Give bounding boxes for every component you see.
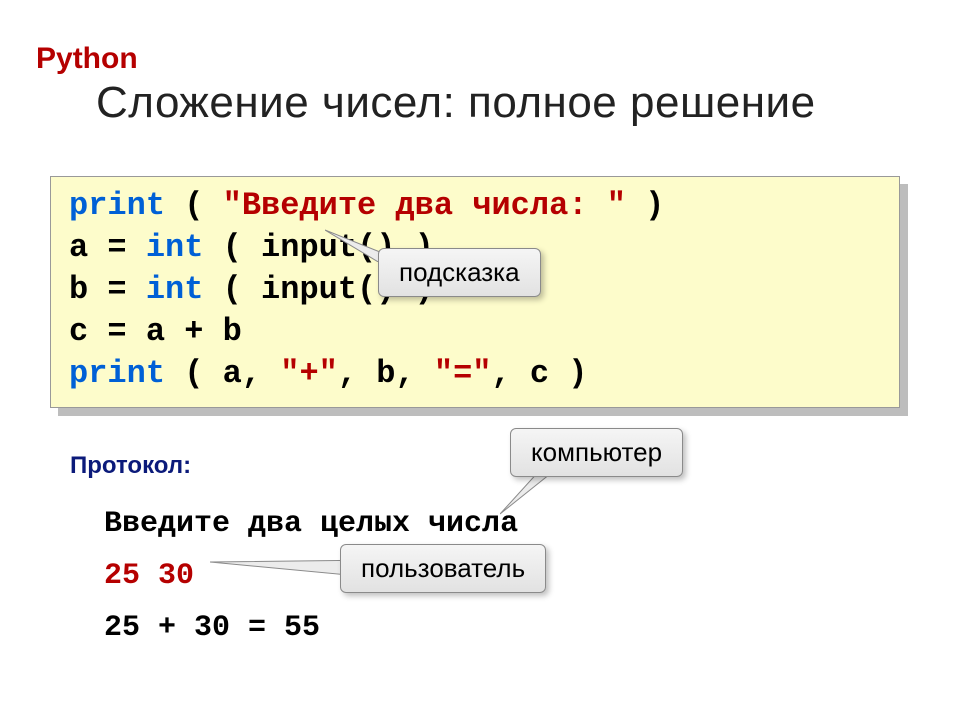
code-string: "+" xyxy=(280,355,338,392)
code-string: "Введите два числа: " xyxy=(223,187,626,224)
code-text: b = xyxy=(69,271,146,308)
protocol-line: 25 + 30 = 55 xyxy=(104,611,320,645)
code-text: ( xyxy=(165,187,223,224)
protocol-line: Введите два целых числа xyxy=(104,507,518,541)
code-text: , c ) xyxy=(491,355,587,392)
code-string: "=" xyxy=(434,355,492,392)
code-text: , b, xyxy=(338,355,434,392)
protocol-user-input: 25 30 xyxy=(104,559,194,593)
language-label: Python xyxy=(36,42,138,76)
code-keyword: int xyxy=(146,229,204,266)
code-text: ) xyxy=(626,187,664,224)
callout-hint: подсказка xyxy=(378,248,541,297)
code-keyword: print xyxy=(69,355,165,392)
code-keyword: print xyxy=(69,187,165,224)
code-text: ( a, xyxy=(165,355,280,392)
callout-user: пользователь xyxy=(340,544,546,593)
callout-computer: компьютер xyxy=(510,428,683,477)
protocol-label: Протокол: xyxy=(70,452,191,480)
code-text: a = xyxy=(69,229,146,266)
code-text: c = a + b xyxy=(69,313,242,350)
code-keyword: int xyxy=(146,271,204,308)
slide-title: Сложение чисел: полное решение xyxy=(96,78,816,128)
